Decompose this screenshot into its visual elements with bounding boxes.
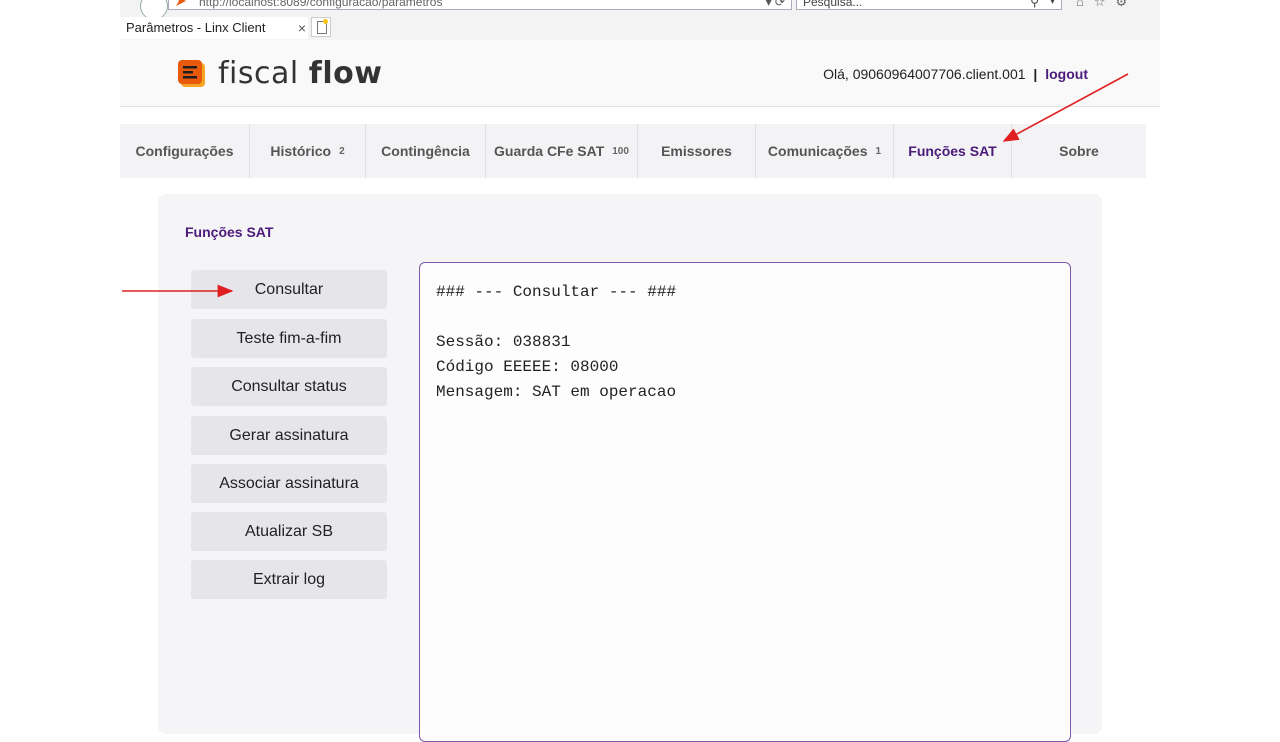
nav-item-label: Contingência bbox=[381, 143, 470, 159]
tab-title: Parâmetros - Linx Client bbox=[126, 20, 266, 35]
browser-tab[interactable]: Parâmetros - Linx Client × bbox=[120, 17, 308, 39]
chevron-down-icon[interactable]: ▾ bbox=[1050, 0, 1055, 11]
consultar-status-button[interactable]: Consultar status bbox=[191, 367, 387, 406]
app-header: fiscal flow Olá, 09060964007706.client.0… bbox=[120, 40, 1160, 107]
nav-item-historico[interactable]: Histórico 2 bbox=[250, 124, 366, 178]
logo-text-light: fiscal bbox=[218, 56, 299, 91]
extrair-log-button[interactable]: Extrair log bbox=[191, 560, 387, 599]
nav-item-label: Emissores bbox=[661, 143, 732, 159]
panel-title: Funções SAT bbox=[185, 224, 274, 240]
user-separator: | bbox=[1033, 66, 1038, 82]
nav-item-label: Sobre bbox=[1059, 143, 1099, 159]
logo-icon bbox=[178, 59, 205, 87]
nav-item-label: Histórico bbox=[270, 143, 332, 159]
associar-assinatura-button[interactable]: Associar assinatura bbox=[191, 464, 387, 503]
user-greeting: Olá, 09060964007706.client.001 bbox=[823, 66, 1026, 82]
logout-link[interactable]: logout bbox=[1045, 66, 1088, 82]
address-text: http://localhost:8089/configuracao/param… bbox=[199, 0, 443, 9]
browser-search-input[interactable]: Pesquisa... ⚲ ▾ bbox=[796, 0, 1062, 10]
main-nav: Configurações Histórico 2 Contingência G… bbox=[120, 124, 1146, 178]
address-bar[interactable]: http://localhost:8089/configuracao/param… bbox=[168, 0, 792, 10]
nav-item-emissores[interactable]: Emissores bbox=[638, 124, 756, 178]
new-tab-icon[interactable] bbox=[311, 17, 331, 37]
consultar-button[interactable]: Consultar bbox=[191, 270, 387, 309]
nav-item-configuracoes[interactable]: Configurações bbox=[120, 124, 250, 178]
user-info: Olá, 09060964007706.client.001 | logout bbox=[823, 66, 1088, 82]
nav-item-label: Configurações bbox=[135, 143, 234, 159]
nav-item-label: Guarda CFe SAT bbox=[494, 143, 605, 159]
nav-item-count: 2 bbox=[339, 145, 345, 157]
nav-item-comunicacoes[interactable]: Comunicações 1 bbox=[756, 124, 894, 178]
logo-text-bold: flow bbox=[308, 56, 383, 91]
atualizar-sb-button[interactable]: Atualizar SB bbox=[191, 512, 387, 551]
browser-icons[interactable]: ⌂☆⚙ bbox=[1076, 0, 1137, 10]
teste-fim-a-fim-button[interactable]: Teste fim-a-fim bbox=[191, 319, 387, 358]
nav-item-label: Funções SAT bbox=[908, 143, 997, 159]
close-tab-icon[interactable]: × bbox=[298, 17, 306, 39]
gerar-assinatura-button[interactable]: Gerar assinatura bbox=[191, 416, 387, 455]
nav-item-contingencia[interactable]: Contingência bbox=[366, 124, 486, 178]
reload-icon[interactable]: ▾ ⟳ bbox=[766, 0, 785, 9]
search-icon[interactable]: ⚲ bbox=[1030, 0, 1039, 11]
search-placeholder: Pesquisa... bbox=[803, 0, 863, 9]
nav-item-guarda-cfe-sat[interactable]: Guarda CFe SAT 100 bbox=[486, 124, 638, 178]
nav-item-count: 100 bbox=[612, 145, 629, 157]
nav-item-label: Comunicações bbox=[767, 143, 868, 159]
output-textarea[interactable]: ### --- Consultar --- ### Sessão: 038831… bbox=[419, 262, 1071, 742]
logo[interactable]: fiscal flow bbox=[178, 56, 382, 91]
nav-item-count: 1 bbox=[875, 145, 882, 157]
nav-item-funcoes-sat[interactable]: Funções SAT bbox=[894, 124, 1012, 178]
nav-item-sobre[interactable]: Sobre bbox=[1012, 124, 1146, 178]
sat-functions-panel: Funções SAT Consultar Teste fim-a-fim Co… bbox=[158, 194, 1102, 742]
logo-text: fiscal flow bbox=[218, 56, 382, 91]
site-icon bbox=[176, 0, 186, 6]
